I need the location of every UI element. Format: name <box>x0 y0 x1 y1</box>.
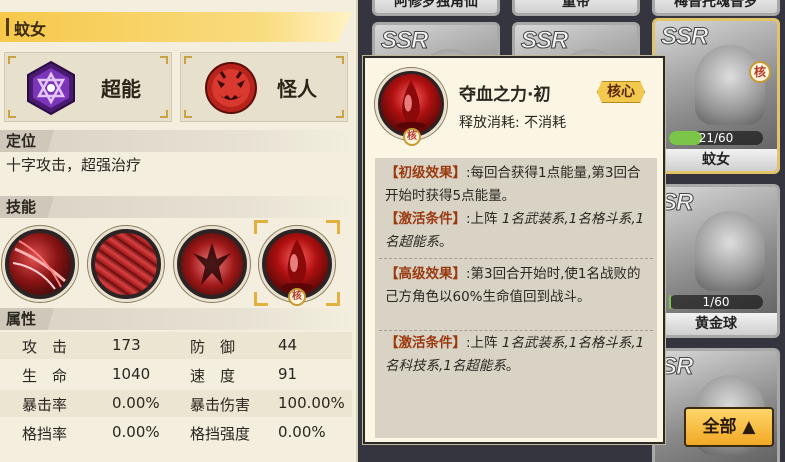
hero-portrait <box>695 45 765 125</box>
hero-name: 蚊女 <box>14 20 47 39</box>
attr-value: 100.00% <box>278 394 345 412</box>
psychic-hexagon-icon <box>27 60 75 116</box>
skill-icon-1[interactable] <box>2 226 78 302</box>
attr-label: 攻 击 <box>22 338 68 356</box>
hero-card-name: 蚊女 <box>655 149 777 171</box>
tooltip-divider <box>379 258 653 259</box>
shard-progress-text: 21/60 <box>698 131 734 145</box>
advanced-condition: 【激活条件】:上阵 1名武装系,1名格斗系,1名科技系,1名超能系。 <box>385 335 645 374</box>
name-bar-accent <box>6 18 9 36</box>
skills-section-header: 技能 <box>0 196 352 218</box>
tooltip-description: 【初级效果】:每回合获得1点能量,第3回合开始时获得5点能量。 【激活条件】:上… <box>375 158 657 438</box>
attr-value: 0.00% <box>112 423 160 441</box>
hero-card-name: 黄金球 <box>655 313 777 335</box>
hero-card-name: 童帝 <box>515 0 637 13</box>
shard-progress-text: 1/60 <box>702 295 730 309</box>
hero-name-bar: 蚊女 <box>0 12 352 42</box>
attr-value: 0.00% <box>278 423 326 441</box>
attributes-section-header: 属性 <box>0 308 352 330</box>
attr-label: 生 命 <box>22 367 68 385</box>
role-description: 十字攻击，超强治疗 <box>6 156 142 174</box>
hero-card[interactable]: 梅普托魂普罗 <box>652 0 780 16</box>
shard-progress: 21/60 <box>669 131 763 145</box>
hero-card[interactable]: SR 1/60 黄金球 <box>652 184 780 338</box>
attr-label: 速 度 <box>190 367 236 385</box>
type-class-label: 怪人 <box>277 77 317 101</box>
skill-icon-3[interactable] <box>174 226 250 302</box>
rarity-label: SR <box>660 353 693 381</box>
rarity-label: SSR <box>380 27 428 55</box>
rarity-label: SSR <box>520 27 568 55</box>
shard-progress-fill <box>669 295 671 309</box>
attr-label: 暴击率 <box>22 396 68 414</box>
shard-progress-fill <box>669 131 702 145</box>
core-badge-icon: 核 <box>749 61 771 83</box>
attribute-row: 暴击率 0.00% 暴击伤害 100.00% <box>0 390 352 417</box>
tooltip-divider <box>379 330 653 331</box>
attr-value: 91 <box>278 365 298 383</box>
skill-tooltip: 核 夺血之力·初 核心 释放消耗: 不消耗 【初级效果】:每回合获得1点能量,第… <box>363 56 665 444</box>
type-ability-box[interactable]: 超能 <box>4 52 172 122</box>
attr-label: 格挡强度 <box>190 425 251 443</box>
core-skill-badge-icon: 核 <box>288 288 306 306</box>
filter-all-button[interactable]: 全部 ▲ <box>684 407 774 447</box>
hero-card[interactable]: 童帝 <box>512 0 640 16</box>
tooltip-skill-cost: 释放消耗: 不消耗 <box>459 115 567 131</box>
attr-value: 173 <box>112 336 141 354</box>
attr-value: 0.00% <box>112 394 160 412</box>
role-section-title: 定位 <box>0 130 55 152</box>
attr-label: 防 御 <box>190 338 236 356</box>
rarity-label: SR <box>660 189 693 217</box>
attributes-section-title: 属性 <box>0 308 55 330</box>
monster-face-icon <box>205 62 257 114</box>
basic-condition: 【激活条件】:上阵 1名武装系,1名格斗系,1名超能系。 <box>385 211 645 250</box>
attribute-row: 生 命 1040 速 度 91 <box>0 361 352 388</box>
attr-label: 暴击伤害 <box>190 396 251 414</box>
attr-value: 44 <box>278 336 298 354</box>
attr-value: 1040 <box>112 365 151 383</box>
type-ability-label: 超能 <box>101 77 141 101</box>
type-class-box[interactable]: 怪人 <box>180 52 348 122</box>
hero-card-name: 阿修罗独角仙 <box>375 0 497 13</box>
attribute-row: 格挡率 0.00% 格挡强度 0.00% <box>0 419 352 446</box>
tooltip-core-badge-icon: 核 <box>403 128 421 146</box>
shard-progress: 1/60 <box>669 295 763 309</box>
attribute-row: 攻 击 173 防 御 44 <box>0 332 352 359</box>
role-section-header: 定位 <box>0 130 352 152</box>
basic-effect: 【初级效果】:每回合获得1点能量,第3回合开始时获得5点能量。 <box>385 165 641 204</box>
hero-info-panel: 蚊女 超能 怪人 定位 十字攻击，超强治疗 技能 核 属性 攻 击 173 防 … <box>0 0 358 462</box>
tooltip-skill-title: 夺血之力·初 <box>459 85 551 105</box>
advanced-effect: 【高级效果】:第3回合开始时,使1名战败的己方角色以60%生命值回到战斗。 <box>385 266 641 305</box>
skill-icon-2[interactable] <box>88 226 164 302</box>
attr-label: 格挡率 <box>22 425 68 443</box>
core-tag: 核心 <box>597 81 645 103</box>
hero-portrait <box>695 211 765 291</box>
skills-section-title: 技能 <box>0 196 55 218</box>
hero-card[interactable]: 阿修罗独角仙 <box>372 0 500 16</box>
rarity-label: SSR <box>660 23 708 51</box>
hero-card-name: 梅普托魂普罗 <box>655 0 777 13</box>
hero-card-selected[interactable]: SSR 核 21/60 蚊女 <box>652 18 780 174</box>
